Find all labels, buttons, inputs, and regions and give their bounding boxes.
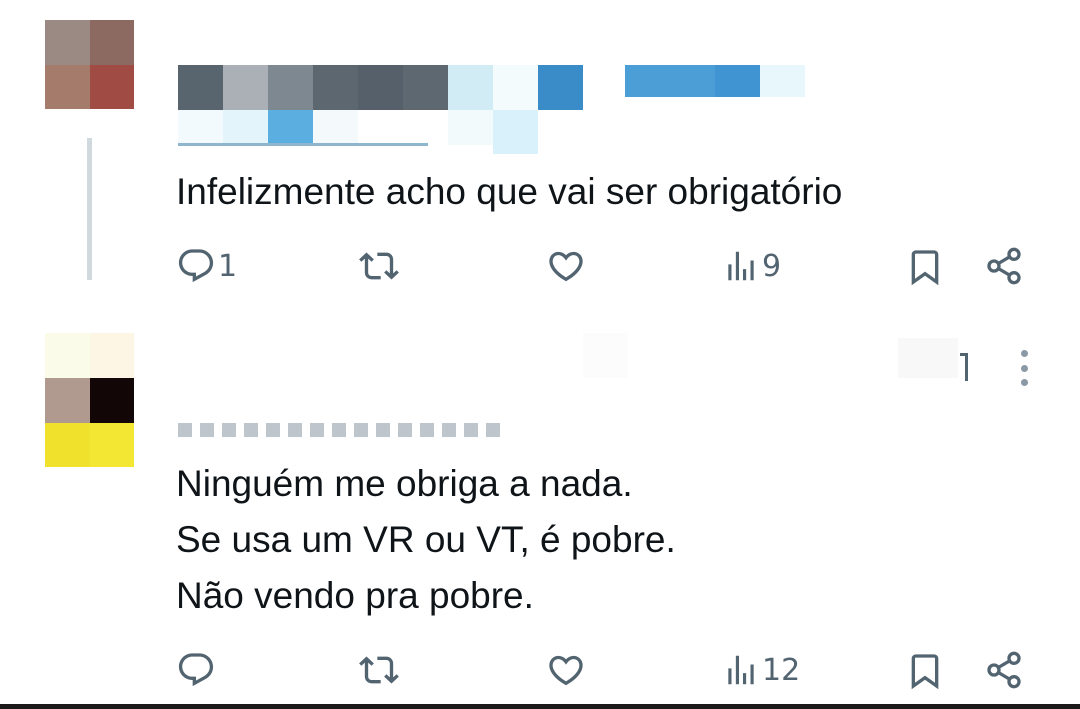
views-button[interactable]: 12 — [722, 650, 800, 690]
reply-count: 1 — [218, 248, 238, 284]
author-handle-redacted — [178, 110, 538, 154]
retweet-button[interactable] — [356, 650, 402, 690]
view-count: 9 — [762, 248, 782, 284]
reply-icon — [176, 246, 216, 286]
avatar[interactable] — [45, 20, 134, 109]
reply-button[interactable] — [176, 650, 218, 690]
avatar[interactable] — [45, 333, 134, 467]
share-icon — [984, 650, 1024, 690]
like-icon — [546, 650, 586, 690]
view-count: 12 — [762, 652, 801, 688]
bookmark-button[interactable] — [905, 650, 945, 692]
retweet-button[interactable] — [356, 246, 402, 286]
like-button[interactable] — [546, 246, 586, 286]
retweet-icon — [356, 650, 402, 690]
tweet-text: Infelizmente acho que vai ser obrigatóri… — [176, 171, 843, 212]
share-button[interactable] — [984, 650, 1024, 690]
retweet-icon — [356, 246, 402, 286]
more-icon[interactable] — [1016, 350, 1032, 386]
bookmark-button[interactable] — [905, 246, 945, 288]
share-button[interactable] — [984, 246, 1024, 286]
bookmark-icon — [905, 246, 945, 288]
bookmark-icon — [905, 650, 945, 692]
thread-line — [87, 138, 92, 280]
like-icon — [546, 246, 586, 286]
like-button[interactable] — [546, 650, 586, 690]
reply-button[interactable]: 1 — [176, 246, 237, 286]
author-name-redacted[interactable] — [178, 333, 968, 383]
tweet-text-line-2: Se usa um VR ou VT, é pobre. — [176, 519, 676, 560]
reply-icon — [176, 650, 216, 690]
views-icon — [722, 246, 760, 286]
views-icon — [722, 650, 760, 690]
author-handle-redacted — [178, 418, 508, 438]
views-button[interactable]: 9 — [722, 246, 781, 286]
author-name-redacted[interactable] — [178, 65, 808, 110]
bottom-divider — [0, 704, 1080, 709]
tweet-text-line-3: Não vendo pra pobre. — [176, 575, 534, 616]
tweet-text-line-1: Ninguém me obriga a nada. — [176, 463, 633, 504]
share-icon — [984, 246, 1024, 286]
